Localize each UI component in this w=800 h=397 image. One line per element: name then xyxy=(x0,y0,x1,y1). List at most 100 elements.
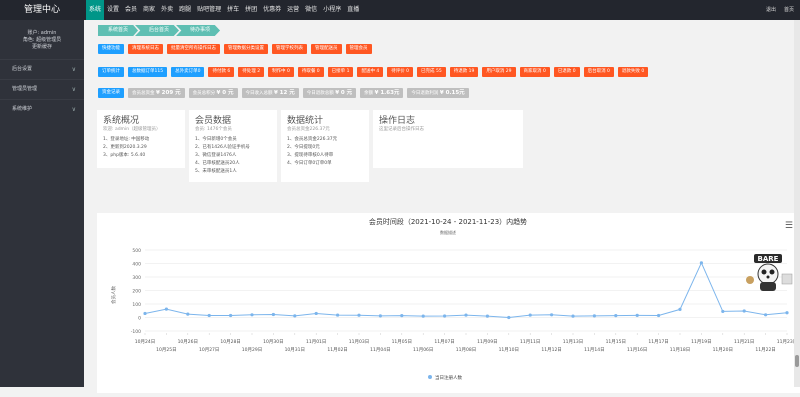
user-role: 角色: 超级管理员 xyxy=(22,37,62,43)
nav-item[interactable]: 系统 xyxy=(86,0,105,20)
nav-item[interactable]: 拼车 xyxy=(224,0,242,20)
action-button[interactable]: 总数据订单115 xyxy=(128,67,168,77)
button-label: 会员总资金 xyxy=(132,91,155,96)
legend-label: 当日注册人数 xyxy=(435,374,462,381)
nav-item[interactable]: 商家 xyxy=(140,0,158,20)
action-button[interactable]: 今日退款总额 ¥ 0 元 xyxy=(302,88,357,98)
action-button[interactable]: 管理学校列表 xyxy=(272,44,307,54)
action-button[interactable]: 批量清空所有操作日志 xyxy=(167,44,220,54)
action-button[interactable]: 已退款 0 xyxy=(553,67,580,77)
nav-item[interactable]: 运营 xyxy=(284,0,302,20)
data-point xyxy=(443,314,447,318)
data-point xyxy=(229,313,233,318)
sidebar-item[interactable]: 后台设置 ∨ xyxy=(0,59,84,79)
nav-item[interactable]: 设置 xyxy=(104,0,122,20)
menu-icon[interactable]: ☰ xyxy=(785,221,793,231)
action-button[interactable]: 余额 ¥ 1.63元 xyxy=(360,88,404,98)
y-axis-label: 会员人数 xyxy=(110,286,117,304)
action-button[interactable]: 快捷功能 xyxy=(98,44,124,54)
x-tick-label: 10月27日 xyxy=(199,347,219,353)
nav-item[interactable]: 优惠券 xyxy=(260,0,284,20)
main-content: 系统首页 后台首页 待办事项 快捷功能 清理系统日志 批量清空所有操作日志 管理数据分类设… xyxy=(84,20,800,393)
card-line: 4、今日订单0订单0单 xyxy=(287,161,332,166)
action-button[interactable]: 退款失败 0 xyxy=(617,67,649,77)
data-point xyxy=(614,314,618,318)
chevron-down-icon: ∨ xyxy=(71,66,76,73)
nav-item[interactable]: 直播 xyxy=(344,0,362,20)
x-tick-label: 11月07日 xyxy=(434,339,454,345)
action-button[interactable]: 订单统计 xyxy=(98,67,124,77)
action-button[interactable]: 已完成 55 xyxy=(417,67,446,77)
nav-item[interactable]: 拼团 xyxy=(242,0,260,20)
update-cache-link[interactable]: 更新缓存 xyxy=(0,44,84,51)
nav-item[interactable]: 会员 xyxy=(122,0,140,20)
action-button[interactable]: 待付款 6 xyxy=(208,67,235,77)
data-point xyxy=(336,313,340,317)
button-value: ¥ 1.63元 xyxy=(374,90,400,96)
action-button[interactable]: 资金记录 xyxy=(98,88,124,98)
card-line: 3、php版本: 5.6.40 xyxy=(103,153,146,158)
sidebar-item[interactable]: 系统维护 ∨ xyxy=(0,99,84,119)
card-line: 2、已有1426人验证手机号 xyxy=(195,145,250,150)
breadcrumb-item[interactable]: 待办事项 xyxy=(176,25,221,36)
action-button[interactable]: 总外卖订单0 xyxy=(171,67,205,77)
action-button[interactable]: 后台取消 0 xyxy=(583,67,614,77)
side-menu: 后台设置 ∨ 管理员管理 ∨ 系统维护 ∨ xyxy=(0,59,84,119)
x-tick-label: 11月08日 xyxy=(456,347,476,353)
action-button[interactable]: 会员总资金 ¥ 209 元 xyxy=(128,88,185,98)
x-tick-label: 11月01日 xyxy=(306,339,326,345)
data-point xyxy=(400,314,404,318)
chart-panel: ☰ 会员时间段（2021-10-24 - 2021-11-23）内趋势 数据描述会… xyxy=(97,213,800,393)
card-title: 会员数据 xyxy=(195,116,232,126)
card-list: 1、今日新增0个会员 2、已有1426人验证手机号 3、微信登录1476人 4、已审核… xyxy=(189,132,277,176)
nav-item[interactable]: 小程序 xyxy=(320,0,344,20)
action-button[interactable]: 今日退款利润 ¥ 0.15元 xyxy=(407,88,469,98)
x-tick-label: 11月04日 xyxy=(370,347,390,353)
data-point xyxy=(314,311,318,316)
data-point xyxy=(678,307,682,311)
action-button[interactable]: 管理数据分类设置 xyxy=(224,44,268,54)
sidebar-item[interactable]: 管理员管理 ∨ xyxy=(0,79,84,99)
info-card: 会员数据 会员: 1476个会员 1、今日新增0个会员 2、已有1426人验证手机号 3… xyxy=(189,110,277,182)
action-button[interactable]: 商家取消 0 xyxy=(519,67,550,77)
action-button[interactable]: 待取餐 0 xyxy=(297,67,324,77)
button-label: 用户取消 29 xyxy=(486,69,512,74)
card-title: 数据统计 xyxy=(287,116,324,126)
x-tick-label: 10月24日 xyxy=(135,339,155,345)
x-tick-label: 11月11日 xyxy=(520,339,540,345)
scrollbar-thumb[interactable] xyxy=(795,355,799,367)
scrollbar[interactable] xyxy=(794,20,800,387)
home-link[interactable]: 首页 xyxy=(784,0,794,20)
chart-title: 会员时间段（2021-10-24 - 2021-11-23）内趋势 xyxy=(369,217,527,226)
logout-link[interactable]: 退出 xyxy=(766,0,776,20)
action-button[interactable]: 配送中 4 xyxy=(357,67,384,77)
breadcrumb: 系统首页 后台首页 待办事项 xyxy=(98,25,221,36)
action-button[interactable]: 管理配送员 xyxy=(311,44,342,54)
x-tick-label: 11月12日 xyxy=(541,347,561,353)
action-button[interactable]: 待评价 0 xyxy=(387,67,414,77)
action-button[interactable]: 会员总积分 ¥ 0 元 xyxy=(188,88,238,98)
nav-item[interactable]: 外卖 xyxy=(158,0,176,20)
action-button[interactable]: 已接单 1 xyxy=(327,67,354,77)
breadcrumb-item[interactable]: 系统首页 xyxy=(98,25,139,36)
action-button[interactable]: 今日收入总额 ¥ 12 元 xyxy=(241,88,299,98)
y-tick-label: 500 xyxy=(132,248,141,254)
nav-item[interactable]: 贴吧管理 xyxy=(194,0,224,20)
breadcrumb-item[interactable]: 后台首页 xyxy=(135,25,180,36)
card-line: 3、提现待审核0人待审 xyxy=(287,153,334,158)
x-tick-label: 10月29日 xyxy=(242,347,262,353)
button-label: 后台取消 0 xyxy=(587,69,610,74)
action-button[interactable]: 制作中 0 xyxy=(268,67,294,77)
action-button[interactable]: 用户取消 29 xyxy=(482,67,516,77)
data-point xyxy=(528,313,532,317)
nav-item[interactable]: 跑腿 xyxy=(176,0,194,20)
button-label: 余额 xyxy=(364,91,374,96)
action-button[interactable]: 待处理 2 xyxy=(238,67,265,77)
action-button[interactable]: 清理系统日志 xyxy=(128,44,163,54)
button-label: 总数据订单115 xyxy=(132,69,164,74)
action-button[interactable]: 管理会员 xyxy=(345,44,372,54)
action-button[interactable]: 待退款 19 xyxy=(449,67,479,77)
card-list: 1、登录地址: 中国移动 2、更新到2020.3.29 3、php版本: 5.6.4… xyxy=(97,132,185,160)
nav-item[interactable]: 微信 xyxy=(302,0,320,20)
x-tick-label: 10月26日 xyxy=(178,339,198,345)
